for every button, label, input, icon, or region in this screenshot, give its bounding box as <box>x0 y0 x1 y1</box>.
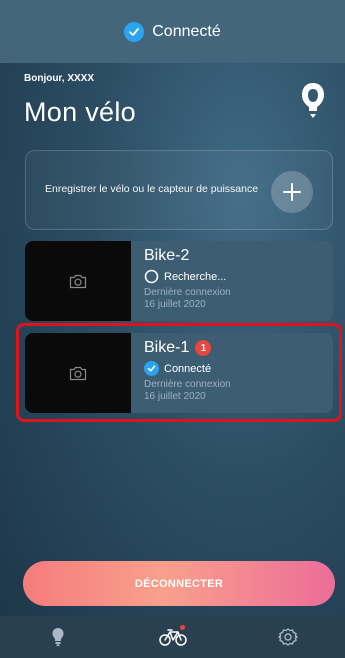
bike-info: Bike-2 Recherche... Dernière connexion 1… <box>131 241 333 321</box>
nav-tips[interactable] <box>38 622 78 652</box>
last-connection-date: 16 juillet 2020 <box>144 299 206 310</box>
bike-status: Recherche... <box>144 269 333 284</box>
bike-icon <box>158 629 187 646</box>
register-label: Enregistrer le vélo ou le capteur de pui… <box>45 183 259 195</box>
searching-icon <box>144 269 159 284</box>
bike-photo-placeholder[interactable] <box>25 241 131 321</box>
camera-icon <box>69 274 87 288</box>
bike-card-bike-2[interactable]: Bike-2 Recherche... Dernière connexion 1… <box>25 241 333 321</box>
register-card[interactable]: Enregistrer le vélo ou le capteur de pui… <box>25 150 333 230</box>
greeting: Bonjour, XXXX <box>24 73 95 84</box>
bottom-nav <box>0 616 345 658</box>
add-button[interactable] <box>271 171 313 213</box>
nav-notification-dot <box>179 625 185 630</box>
check-icon <box>124 21 145 42</box>
connection-status: Connecté <box>124 21 221 42</box>
bike-status-label: Recherche... <box>164 270 227 283</box>
settings-icon <box>277 628 298 646</box>
disconnect-button[interactable]: DÉCONNECTER <box>23 561 335 606</box>
highlight-box <box>16 323 342 422</box>
nav-bike[interactable] <box>153 622 193 652</box>
bike-name: Bike-2 <box>144 247 190 264</box>
lightbulb-icon <box>52 628 63 646</box>
page-title: Mon vélo <box>24 97 136 127</box>
profile-icon[interactable] <box>298 80 328 120</box>
last-connection-label: Dernière connexion <box>144 287 231 298</box>
connection-status-bar: Connecté <box>0 0 345 63</box>
connection-status-label: Connecté <box>152 22 221 40</box>
nav-settings[interactable] <box>268 622 308 652</box>
plus-icon <box>283 183 301 201</box>
